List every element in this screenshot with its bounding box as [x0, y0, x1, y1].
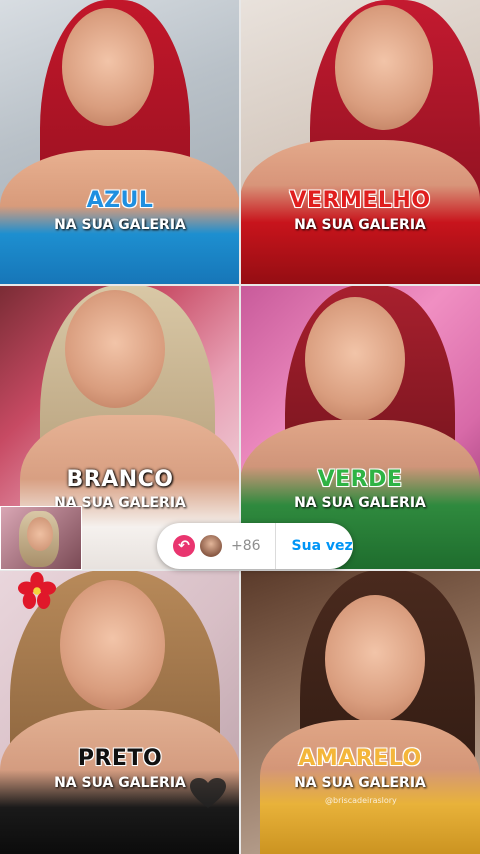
photo-preto: [0, 570, 240, 854]
color-word-branco: BRANCO: [66, 467, 174, 492]
color-word-preto: PRETO: [77, 746, 163, 771]
photo-vermelho: [240, 0, 480, 285]
pill-separator: [274, 523, 276, 569]
tile-vermelho: VERMELHO NA SUA GALERIA: [240, 0, 480, 285]
caption-azul: NA SUA GALERIA: [54, 217, 186, 233]
watermark: @briscadeiraslory: [325, 796, 397, 805]
caption-verde: NA SUA GALERIA: [294, 495, 426, 511]
grid-divider-vertical: [239, 0, 241, 854]
tile-azul: AZUL NA SUA GALERIA: [0, 0, 240, 285]
hibiscus-flower-icon: [18, 572, 56, 610]
color-word-azul: AZUL: [86, 188, 154, 213]
color-word-verde: VERDE: [317, 467, 403, 492]
black-heart-icon: [190, 778, 226, 808]
color-word-amarelo: AMARELO: [298, 746, 422, 771]
photo-amarelo: [240, 570, 480, 854]
participant-avatar: [199, 534, 223, 558]
add-yours-bar[interactable]: ↶ +86 Sua vez: [157, 523, 353, 569]
story-thumbnail[interactable]: [0, 506, 82, 570]
your-turn-button[interactable]: Sua vez: [292, 538, 353, 554]
grid-divider-horizontal-1: [0, 284, 480, 286]
participant-count: +86: [231, 538, 261, 554]
tile-preto: PRETO NA SUA GALERIA: [0, 570, 240, 854]
reply-arrow-icon[interactable]: ↶: [173, 535, 195, 557]
color-word-vermelho: VERMELHO: [289, 188, 431, 213]
photo-azul: [0, 0, 240, 285]
caption-vermelho: NA SUA GALERIA: [294, 217, 426, 233]
caption-amarelo: NA SUA GALERIA: [294, 775, 426, 791]
tile-amarelo: AMARELO NA SUA GALERIA @briscadeiraslory: [240, 570, 480, 854]
